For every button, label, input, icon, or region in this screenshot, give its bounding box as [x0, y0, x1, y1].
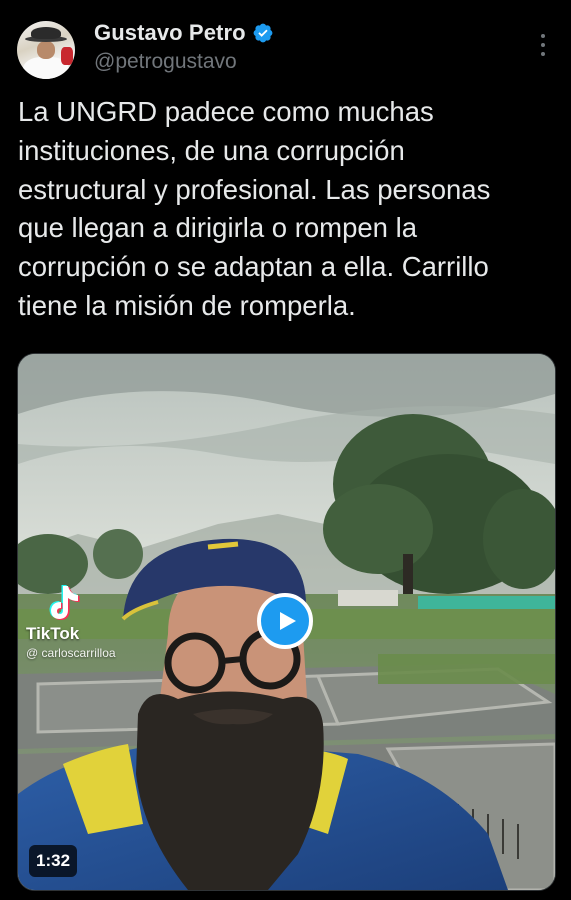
more-dot: [541, 43, 545, 47]
avatar-detail: [61, 47, 73, 65]
video-duration-badge: 1:32: [29, 845, 78, 877]
avatar-face: [37, 41, 55, 59]
author-name-row: Gustavo Petro: [94, 20, 274, 46]
tiktok-username: @ carloscarrilloa: [26, 646, 116, 660]
tiktok-logo-icon: [49, 585, 80, 620]
author-display-name[interactable]: Gustavo Petro: [94, 20, 246, 46]
avatar-hat: [31, 27, 61, 39]
verified-badge-icon: [252, 22, 274, 44]
author-handle[interactable]: @petrogustavo: [94, 50, 237, 74]
tiktok-watermark: TikTok @ carloscarrilloa: [26, 582, 116, 660]
tweet-text: La UNGRD padece como muchas institucione…: [18, 96, 491, 321]
more-dot: [541, 52, 545, 56]
tweet: Gustavo Petro @petrogustavo La UNGRD pad…: [0, 0, 571, 900]
play-button[interactable]: [257, 593, 313, 649]
video-player[interactable]: TikTok @ carloscarrilloa 1:32: [17, 353, 556, 891]
tiktok-brand-text: TikTok: [26, 624, 80, 643]
play-icon: [280, 612, 296, 630]
more-options-icon[interactable]: [535, 34, 551, 56]
author-avatar[interactable]: [17, 21, 75, 79]
more-dot: [541, 34, 545, 38]
